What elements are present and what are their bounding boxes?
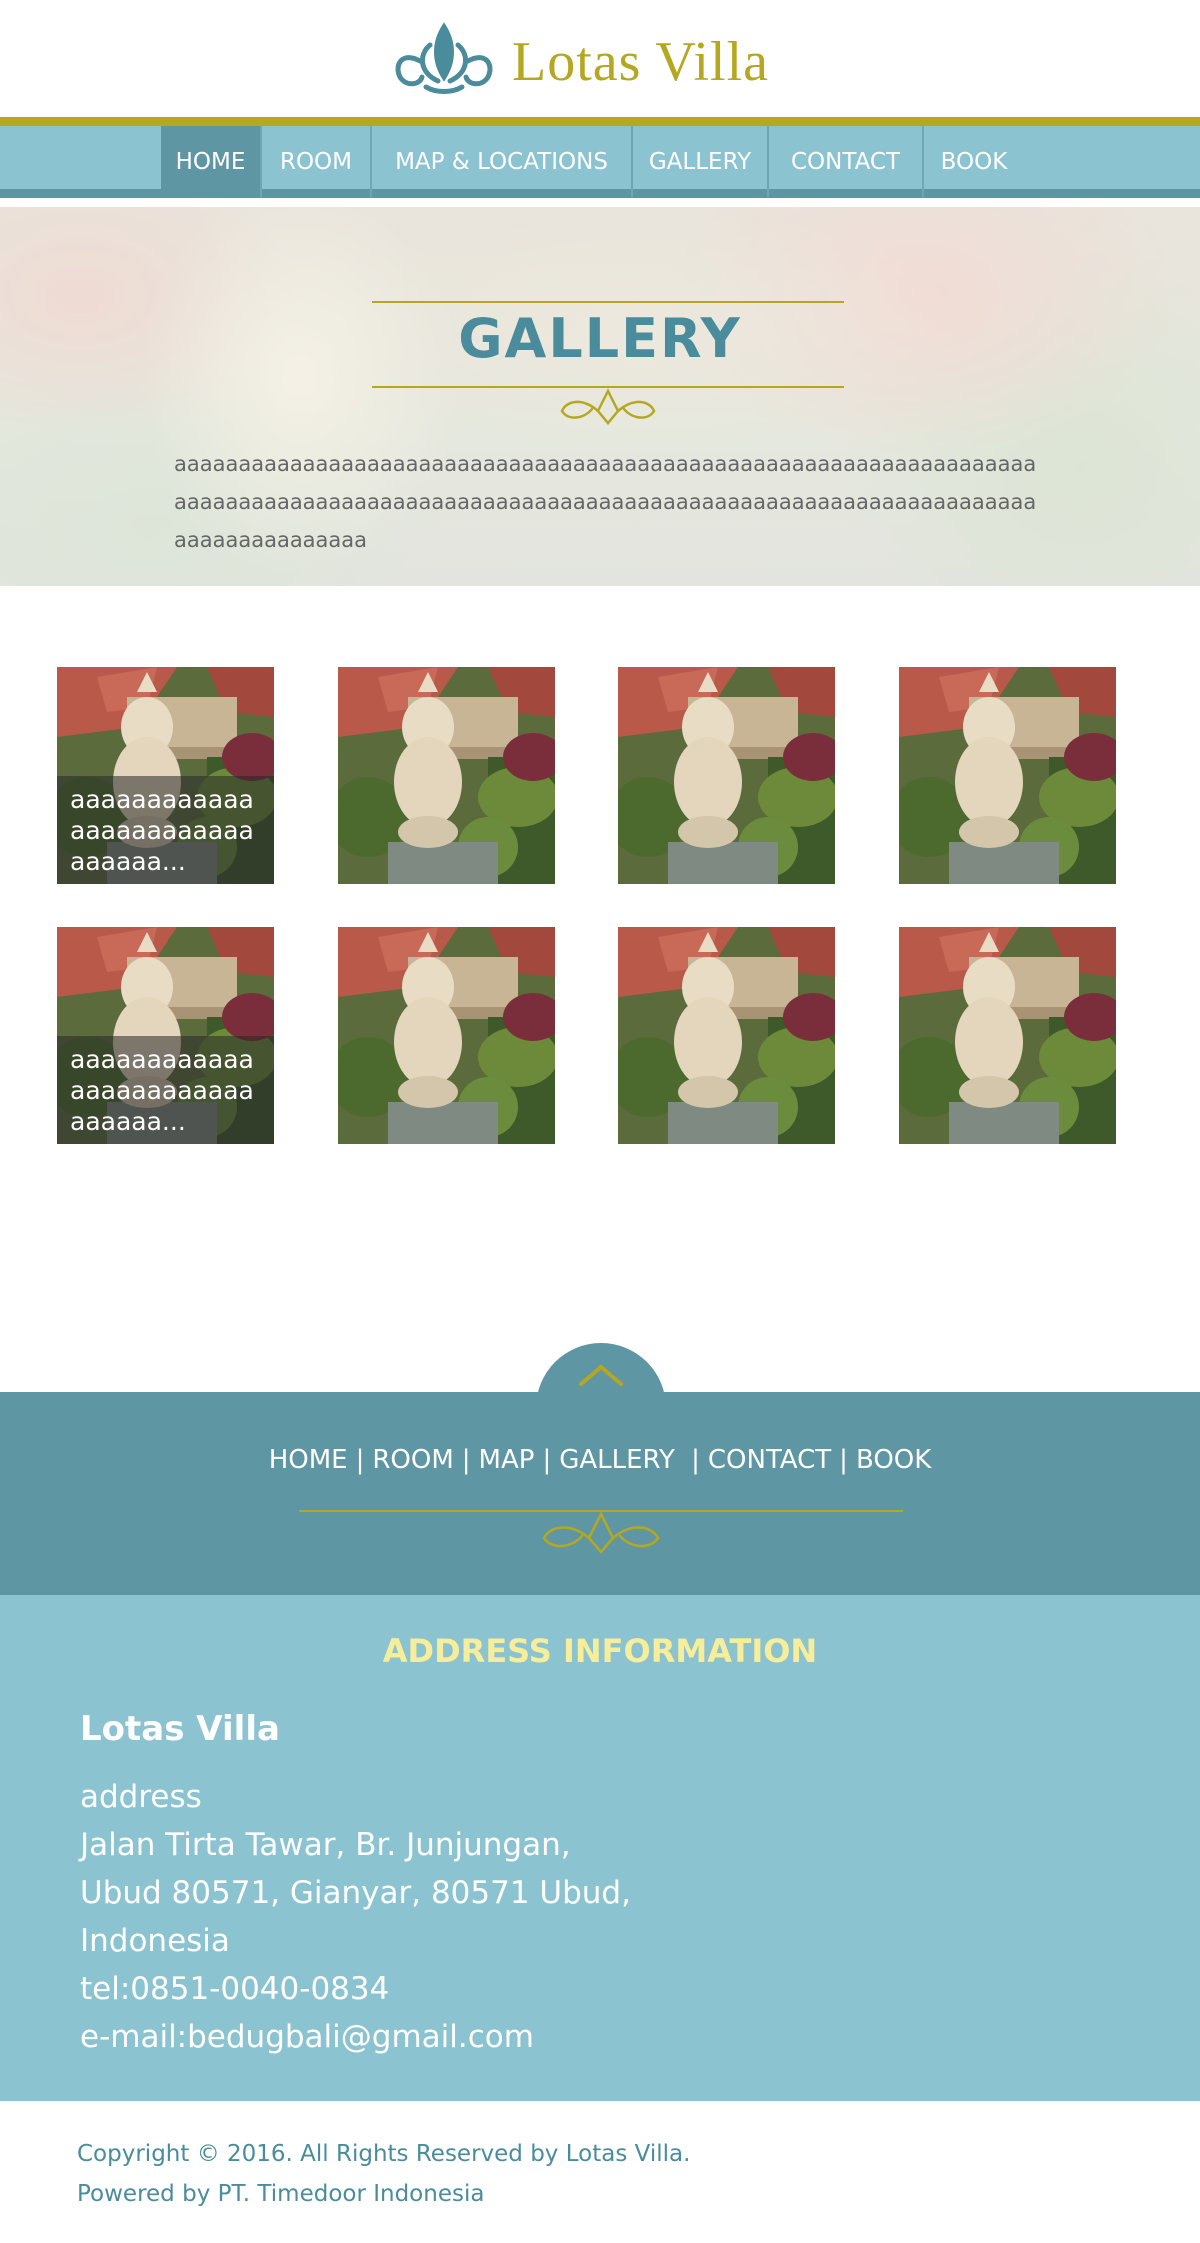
gallery-photo — [899, 927, 1116, 1144]
chevron-up-icon — [578, 1363, 624, 1391]
flourish-ornament-icon — [540, 1510, 662, 1560]
gallery-item[interactable] — [338, 927, 555, 1144]
page-title: GALLERY — [458, 307, 742, 370]
gallery-item[interactable] — [338, 667, 555, 884]
footer-link-gallery[interactable]: GALLERY — [559, 1445, 683, 1475]
gallery-photo — [899, 667, 1116, 884]
gallery-item[interactable]: aaaaaaaaaaaaaaaaaaaaaaaaaaaaaa... — [57, 667, 274, 884]
separator: | — [691, 1445, 700, 1475]
footer-link-contact[interactable]: CONTACT — [708, 1445, 831, 1475]
gallery-photo — [618, 927, 835, 1144]
main-nav: HOME ROOM MAP & LOCATIONS GALLERY CONTAC… — [0, 126, 1200, 198]
gallery-item[interactable] — [618, 667, 835, 884]
gallery-caption: aaaaaaaaaaaaaaaaaaaaaaaaaaaaaa... — [57, 1036, 274, 1144]
separator: | — [461, 1445, 471, 1475]
nav-contact[interactable]: CONTACT — [769, 126, 924, 198]
gallery-photo — [338, 927, 555, 1144]
separator: | — [542, 1445, 552, 1475]
powered-by-line: Powered by PT. Timedoor Indonesia — [77, 2181, 485, 2207]
flourish-ornament-icon — [558, 387, 658, 431]
address-email[interactable]: e-mail:bedugbali@gmail.com — [80, 2013, 631, 2061]
footer-link-home[interactable]: HOME — [269, 1445, 348, 1475]
footer-link-room[interactable]: ROOM — [372, 1445, 453, 1475]
separator: | — [839, 1445, 848, 1475]
site-logo[interactable]: Lotas Villa — [390, 20, 769, 100]
footer-nav: HOME | ROOM | MAP | GALLERY | CONTACT | BOOK — [0, 1392, 1200, 1595]
gallery-photo — [618, 667, 835, 884]
gallery-item[interactable] — [618, 927, 835, 1144]
gallery-caption: aaaaaaaaaaaaaaaaaaaaaaaaaaaaaa... — [57, 776, 274, 884]
gallery-item[interactable] — [899, 927, 1116, 1144]
header-divider — [0, 117, 1200, 126]
gallery-item[interactable]: aaaaaaaaaaaaaaaaaaaaaaaaaaaaaa... — [57, 927, 274, 1144]
address-heading: ADDRESS INFORMATION — [382, 1632, 818, 1670]
footer-link-map[interactable]: MAP — [479, 1445, 535, 1475]
header: Lotas Villa — [0, 0, 1200, 117]
footer-links: HOME | ROOM | MAP | GALLERY | CONTACT | BOOK — [0, 1445, 1200, 1475]
nav-gallery[interactable]: GALLERY — [633, 126, 769, 198]
address-phone[interactable]: tel:0851-0040-0834 — [80, 1965, 631, 2013]
nav-home[interactable]: HOME — [161, 126, 262, 198]
address-label: address — [80, 1779, 202, 1815]
footer-link-book[interactable]: BOOK — [856, 1445, 931, 1475]
copyright-line: Copyright © 2016. All Rights Reserved by… — [77, 2141, 691, 2167]
address-details: address Jalan Tirta Tawar, Br. Junjungan… — [80, 1773, 631, 2061]
address-street: Jalan Tirta Tawar, Br. Junjungan, — [80, 1827, 571, 1863]
hero-banner: GALLERY aaaaaaaaaaaaaaaaaaaaaaaaaaaaaaaa… — [0, 207, 1200, 586]
address-city: Ubud 80571, Gianyar, 80571 Ubud, — [80, 1875, 631, 1911]
separator: | — [355, 1445, 365, 1475]
gallery-item[interactable] — [899, 667, 1116, 884]
hero-description: aaaaaaaaaaaaaaaaaaaaaaaaaaaaaaaaaaaaaaaa… — [174, 452, 1037, 552]
nav-book[interactable]: BOOK — [924, 126, 1024, 198]
address-section: ADDRESS INFORMATION Lotas Villa address … — [0, 1595, 1200, 2101]
lotus-icon — [390, 21, 498, 99]
title-top-line — [372, 301, 844, 303]
nav-room[interactable]: ROOM — [262, 126, 372, 198]
brand-name: Lotas Villa — [512, 31, 770, 93]
gallery-photo — [338, 667, 555, 884]
nav-map-locations[interactable]: MAP & LOCATIONS — [372, 126, 633, 198]
address-company-name: Lotas Villa — [80, 1709, 280, 1749]
copyright: Copyright © 2016. All Rights Reserved by… — [77, 2134, 690, 2214]
address-country: Indonesia — [80, 1923, 230, 1959]
